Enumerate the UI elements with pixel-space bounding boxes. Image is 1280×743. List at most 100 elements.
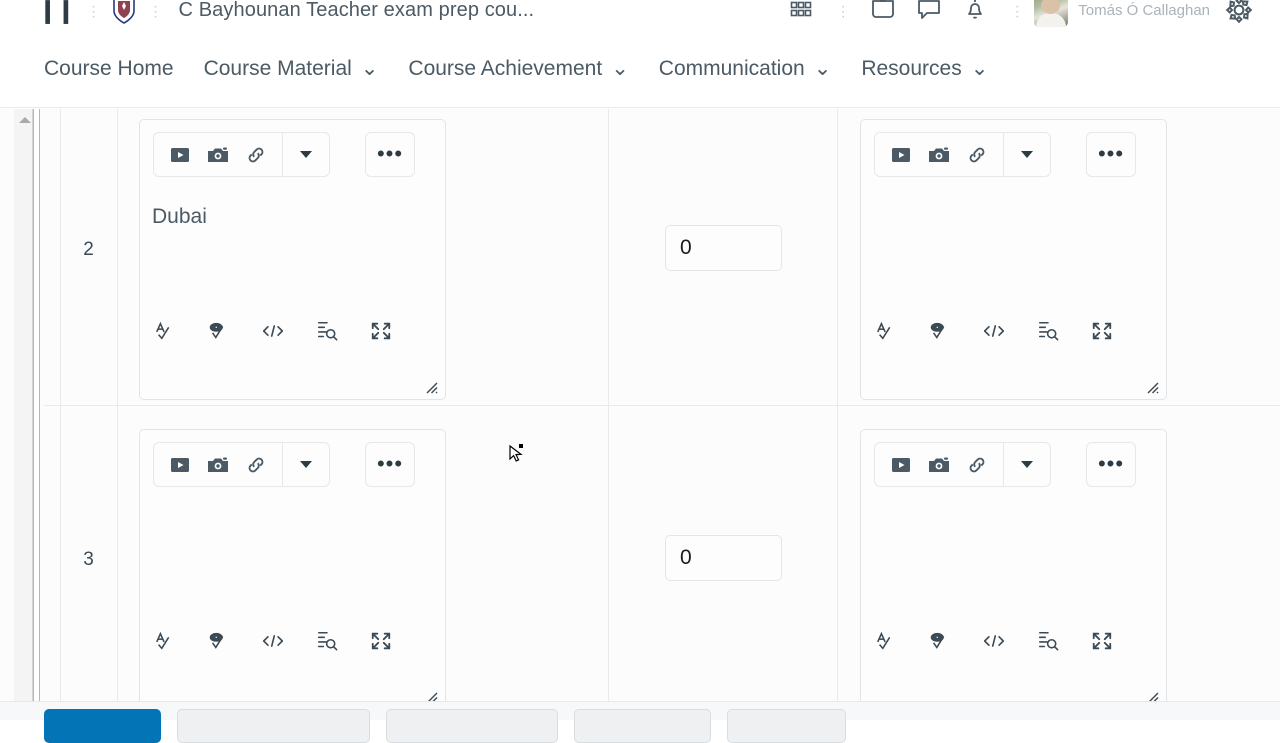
nav-item-resources[interactable]: Resources ⌄ xyxy=(861,56,988,81)
html-editor-icon[interactable] xyxy=(262,630,284,652)
nav-item-course-home[interactable]: Course Home xyxy=(44,57,174,81)
spellcheck-icon[interactable] xyxy=(875,320,897,342)
nav-item-label: Course Material xyxy=(203,56,352,80)
global-header: ❙❙ ⋮ ⋮ C Bayhounan Teacher exam prep cou… xyxy=(0,0,1280,30)
table-row-divider xyxy=(44,405,1280,406)
divider-dots-4: ⋮ xyxy=(1010,2,1025,19)
editor-toolbar-group xyxy=(875,133,1003,176)
spellcheck-icon[interactable] xyxy=(875,630,897,652)
overflow-menu-icon[interactable]: ••• xyxy=(365,132,415,177)
insert-image-icon[interactable] xyxy=(920,443,958,486)
editor-content[interactable]: Dubai xyxy=(152,205,433,229)
bottom-action-buttons xyxy=(44,709,846,743)
global-header-right: ⋮ ⋮ Tomás Ó Callaghan xyxy=(778,0,1280,27)
editor-toolbar-group xyxy=(875,443,1003,486)
mouse-cursor xyxy=(509,444,523,462)
course-title[interactable]: C Bayhounan Teacher exam prep cou... xyxy=(179,0,535,22)
fullscreen-icon[interactable] xyxy=(1091,630,1113,652)
insert-link-icon[interactable] xyxy=(958,133,996,176)
rich-content-editor[interactable]: ••• xyxy=(860,119,1167,400)
overflow-menu-label: ••• xyxy=(376,451,404,477)
accessibility-checker-icon[interactable] xyxy=(208,630,230,652)
chevron-down-icon[interactable] xyxy=(283,443,329,486)
vertical-scrollbar-thumb[interactable] xyxy=(34,109,39,701)
fullscreen-icon[interactable] xyxy=(370,320,392,342)
insert-link-icon[interactable] xyxy=(237,133,275,176)
fullscreen-icon[interactable] xyxy=(370,630,392,652)
inbox-tray-icon[interactable] xyxy=(860,0,906,25)
nav-item-label: Course Home xyxy=(44,56,174,80)
chevron-down-icon: ⌄ xyxy=(360,57,379,80)
insert-media-icon[interactable] xyxy=(161,133,199,176)
table-row: 2 xyxy=(83,239,94,260)
nav-item-label: Resources xyxy=(861,56,962,80)
insert-media-icon[interactable] xyxy=(882,443,920,486)
chevron-down-icon[interactable] xyxy=(283,133,329,176)
insert-image-icon[interactable] xyxy=(920,133,958,176)
insert-media-icon[interactable] xyxy=(161,443,199,486)
overflow-menu-icon[interactable]: ••• xyxy=(1086,132,1136,177)
insert-image-icon[interactable] xyxy=(199,443,237,486)
editor-toolbar xyxy=(874,442,1051,487)
chevron-down-icon[interactable] xyxy=(1004,443,1050,486)
avatar[interactable] xyxy=(1034,0,1069,27)
accessibility-checker-icon[interactable] xyxy=(929,320,951,342)
overflow-menu-label: ••• xyxy=(376,141,404,167)
chevron-down-icon[interactable] xyxy=(1004,133,1050,176)
editor-toolbar-group xyxy=(154,443,282,486)
accessibility-checker-icon[interactable] xyxy=(929,630,951,652)
gear-icon[interactable] xyxy=(1216,0,1262,25)
divider-dots: ⋮ xyxy=(86,2,101,19)
insert-link-icon[interactable] xyxy=(237,443,275,486)
nav-item-course-achievement[interactable]: Course Achievement ⌄ xyxy=(408,56,628,81)
fullscreen-icon[interactable] xyxy=(1091,320,1113,342)
rich-content-editor[interactable]: ••• xyxy=(139,429,446,710)
overflow-menu-icon[interactable]: ••• xyxy=(1086,442,1136,487)
spellcheck-icon[interactable] xyxy=(154,630,176,652)
left-scroll-gutter xyxy=(14,109,33,701)
points-input[interactable] xyxy=(665,225,782,271)
rich-content-editor[interactable]: ••• Dubai xyxy=(139,119,446,400)
university-crest-icon[interactable] xyxy=(111,0,137,25)
insert-link-icon[interactable] xyxy=(958,443,996,486)
word-count-icon[interactable] xyxy=(316,320,338,342)
editor-status-bar xyxy=(875,630,1113,652)
bottom-action-bar xyxy=(0,701,1280,743)
pause-bars-icon[interactable]: ❙❙ xyxy=(38,0,76,22)
word-count-icon[interactable] xyxy=(1037,630,1059,652)
bell-icon[interactable] xyxy=(952,0,998,25)
html-editor-icon[interactable] xyxy=(262,320,284,342)
html-editor-icon[interactable] xyxy=(983,630,1005,652)
chevron-down-icon: ⌄ xyxy=(970,57,989,80)
apps-grid-icon[interactable] xyxy=(778,0,824,25)
insert-image-icon[interactable] xyxy=(199,133,237,176)
course-nav: Course Home Course Material ⌄ Course Ach… xyxy=(0,30,1280,108)
html-editor-icon[interactable] xyxy=(983,320,1005,342)
nav-item-course-material[interactable]: Course Material ⌄ xyxy=(204,56,379,81)
secondary-action-button-3[interactable] xyxy=(574,709,711,743)
resize-handle-icon[interactable] xyxy=(422,378,438,394)
insert-media-icon[interactable] xyxy=(882,133,920,176)
chat-bubble-icon[interactable] xyxy=(906,0,952,25)
accessibility-checker-icon[interactable] xyxy=(208,320,230,342)
secondary-action-button-4[interactable] xyxy=(727,709,846,743)
primary-action-button[interactable] xyxy=(44,709,161,743)
question-grid-area: 2 ••• Dubai 0 ••• 3 ••• 0 ••• xyxy=(0,109,1280,710)
word-count-icon[interactable] xyxy=(1037,320,1059,342)
scroll-up-arrow-icon[interactable] xyxy=(19,117,31,123)
points-input[interactable] xyxy=(665,535,782,581)
resize-handle-icon[interactable] xyxy=(1143,378,1159,394)
nav-item-label: Course Achievement xyxy=(408,56,603,80)
nav-item-label: Communication xyxy=(658,56,805,80)
word-count-icon[interactable] xyxy=(316,630,338,652)
spellcheck-icon[interactable] xyxy=(154,320,176,342)
editor-toolbar xyxy=(874,132,1051,177)
overflow-menu-icon[interactable]: ••• xyxy=(365,442,415,487)
secondary-action-button-1[interactable] xyxy=(177,709,370,743)
overflow-menu-label: ••• xyxy=(1097,451,1125,477)
editor-toolbar xyxy=(153,132,330,177)
divider-dots-3: ⋮ xyxy=(836,2,851,19)
rich-content-editor[interactable]: ••• xyxy=(860,429,1167,710)
nav-item-communication[interactable]: Communication ⌄ xyxy=(659,56,832,81)
secondary-action-button-2[interactable] xyxy=(386,709,558,743)
